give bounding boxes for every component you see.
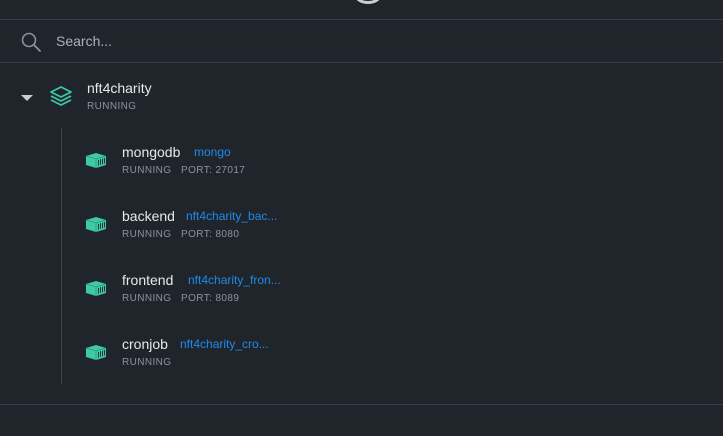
container-icon <box>85 153 107 168</box>
container-name: cronjob <box>122 336 168 352</box>
container-status: RUNNING <box>122 293 172 304</box>
container-image-link[interactable]: nft4charity_cro... <box>180 337 269 351</box>
container-row-mongodb[interactable]: mongodb mongo RUNNING PORT: 27017 <box>62 128 723 192</box>
stack-layers-icon <box>50 86 72 106</box>
container-status: RUNNING <box>122 357 172 368</box>
list-divider <box>0 404 723 405</box>
container-image-link[interactable]: nft4charity_fron... <box>188 273 281 287</box>
stack-status: RUNNING <box>87 101 137 112</box>
container-image-link[interactable]: nft4charity_bac... <box>186 209 277 223</box>
container-image-link[interactable]: mongo <box>194 145 231 159</box>
stack-header[interactable]: nft4charity RUNNING <box>0 64 723 124</box>
container-name: frontend <box>122 272 174 288</box>
docker-dashboard: nft4charity RUNNING mongodb mongo RUNNIN… <box>0 0 723 436</box>
container-port: PORT: 27017 <box>181 165 246 176</box>
docker-logo-icon <box>355 0 381 4</box>
container-icon <box>85 217 107 232</box>
container-port: PORT: 8080 <box>181 229 240 240</box>
container-status: RUNNING <box>122 165 172 176</box>
container-name: backend <box>122 208 175 224</box>
container-status: RUNNING <box>122 229 172 240</box>
search-icon <box>21 32 41 52</box>
title-bar <box>0 0 723 20</box>
stack-name: nft4charity <box>87 80 152 96</box>
container-icon <box>85 281 107 296</box>
container-port: PORT: 8089 <box>181 293 240 304</box>
search-input[interactable] <box>56 30 696 52</box>
search-bar <box>0 20 723 63</box>
container-icon <box>85 345 107 360</box>
container-row-frontend[interactable]: frontend nft4charity_fron... RUNNING POR… <box>62 256 723 320</box>
container-row-backend[interactable]: backend nft4charity_bac... RUNNING PORT:… <box>62 192 723 256</box>
container-name: mongodb <box>122 144 181 160</box>
caret-down-icon[interactable] <box>21 95 33 101</box>
container-row-cronjob[interactable]: cronjob nft4charity_cro... RUNNING <box>62 320 723 384</box>
